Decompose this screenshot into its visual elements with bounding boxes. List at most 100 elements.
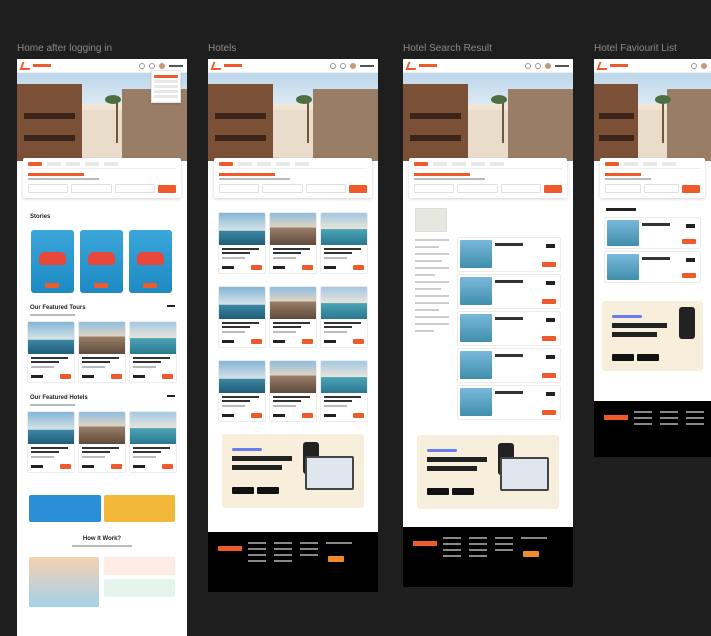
- user-menu[interactable]: [360, 64, 374, 67]
- book-button[interactable]: [542, 373, 556, 378]
- book-button[interactable]: [682, 273, 696, 278]
- user-menu[interactable]: [169, 64, 183, 67]
- tab-cars[interactable]: [295, 162, 309, 166]
- result-item[interactable]: [457, 274, 561, 309]
- story-card[interactable]: [80, 230, 123, 293]
- hotel-card[interactable]: [218, 212, 266, 274]
- frame-hotels[interactable]: [208, 59, 378, 592]
- logo[interactable]: [596, 61, 628, 70]
- book-button[interactable]: [682, 239, 696, 244]
- destination-field[interactable]: [28, 184, 69, 193]
- dropdown-item[interactable]: [154, 80, 178, 83]
- destination-field[interactable]: [414, 184, 455, 193]
- favourite-item[interactable]: [604, 217, 701, 249]
- tab-tours[interactable]: [433, 162, 447, 166]
- tab-rentals[interactable]: [85, 162, 99, 166]
- search-button[interactable]: [348, 184, 367, 193]
- promo-banner[interactable]: [103, 495, 175, 522]
- tab-cars[interactable]: [104, 162, 118, 166]
- google-play-button[interactable]: [612, 354, 634, 361]
- app-store-button[interactable]: [637, 354, 659, 361]
- avatar[interactable]: [701, 62, 707, 69]
- tab-hotels[interactable]: [219, 162, 233, 166]
- avatar[interactable]: [350, 62, 356, 69]
- google-play-button[interactable]: [232, 487, 254, 494]
- tour-card[interactable]: [27, 321, 75, 383]
- tab-tours[interactable]: [624, 162, 638, 166]
- see-all-hotels[interactable]: [167, 395, 175, 397]
- hotel-card[interactable]: [320, 212, 368, 274]
- tab-tours[interactable]: [238, 162, 252, 166]
- app-store-button[interactable]: [452, 488, 474, 495]
- hotel-card[interactable]: [269, 212, 317, 274]
- search-icon[interactable]: [330, 62, 336, 69]
- hotel-card[interactable]: [320, 286, 368, 348]
- hotel-card[interactable]: [269, 286, 317, 348]
- result-item[interactable]: [457, 311, 561, 346]
- hotel-card[interactable]: [78, 411, 126, 473]
- hotel-card[interactable]: [320, 360, 368, 422]
- tour-card[interactable]: [129, 321, 177, 383]
- heart-icon[interactable]: [149, 62, 155, 69]
- tab-activities[interactable]: [643, 162, 657, 166]
- checkin-field[interactable]: [262, 184, 303, 193]
- search-icon[interactable]: [691, 62, 697, 69]
- frame-home[interactable]: Stories Our Featured Tours Our Featured …: [17, 59, 187, 636]
- guests-field[interactable]: [305, 184, 346, 193]
- avatar[interactable]: [159, 62, 165, 69]
- story-card[interactable]: [31, 230, 74, 293]
- result-item[interactable]: [457, 237, 561, 272]
- hotel-card[interactable]: [218, 286, 266, 348]
- tab-rentals[interactable]: [471, 162, 485, 166]
- logo[interactable]: [210, 61, 242, 70]
- heart-icon[interactable]: [535, 62, 541, 69]
- tab-activities[interactable]: [257, 162, 271, 166]
- hotel-card[interactable]: [27, 411, 75, 473]
- hotel-card[interactable]: [269, 360, 317, 422]
- search-button[interactable]: [157, 184, 176, 193]
- tab-cars[interactable]: [490, 162, 504, 166]
- search-button[interactable]: [543, 184, 562, 193]
- dropdown-item[interactable]: [154, 75, 178, 78]
- tab-hotels[interactable]: [414, 162, 428, 166]
- logo[interactable]: [19, 61, 51, 70]
- tab-hotels[interactable]: [605, 162, 619, 166]
- heart-icon[interactable]: [340, 62, 346, 69]
- see-all-tours[interactable]: [167, 305, 175, 307]
- dropdown-item[interactable]: [154, 95, 178, 98]
- book-button[interactable]: [542, 262, 556, 267]
- promo-banner[interactable]: [29, 495, 101, 522]
- hotel-card[interactable]: [129, 411, 177, 473]
- frame-search-result[interactable]: [403, 59, 573, 587]
- google-play-button[interactable]: [427, 488, 449, 495]
- guests-field[interactable]: [114, 184, 155, 193]
- map-thumbnail[interactable]: [415, 208, 447, 232]
- result-item[interactable]: [457, 348, 561, 383]
- subscribe-button[interactable]: [523, 551, 539, 557]
- tab-rentals[interactable]: [662, 162, 676, 166]
- book-button[interactable]: [542, 299, 556, 304]
- dropdown-item[interactable]: [154, 85, 178, 88]
- destination-field[interactable]: [219, 184, 260, 193]
- book-button[interactable]: [542, 336, 556, 341]
- avatar[interactable]: [545, 62, 551, 69]
- user-menu[interactable]: [555, 64, 569, 67]
- favourite-item[interactable]: [604, 251, 701, 283]
- tour-card[interactable]: [78, 321, 126, 383]
- destination-field[interactable]: [605, 184, 641, 193]
- search-icon[interactable]: [525, 62, 531, 69]
- frame-favourite-list[interactable]: [594, 59, 711, 457]
- checkin-field[interactable]: [457, 184, 498, 193]
- checkin-field[interactable]: [71, 184, 112, 193]
- book-button[interactable]: [542, 410, 556, 415]
- filter-sidebar[interactable]: [415, 239, 449, 337]
- app-store-button[interactable]: [257, 487, 279, 494]
- tab-hotels[interactable]: [28, 162, 42, 166]
- search-button[interactable]: [682, 184, 700, 193]
- tab-tours[interactable]: [47, 162, 61, 166]
- result-item[interactable]: [457, 385, 561, 420]
- checkin-field[interactable]: [643, 184, 679, 193]
- subscribe-button[interactable]: [328, 556, 344, 562]
- dropdown-item[interactable]: [154, 90, 178, 93]
- guests-field[interactable]: [500, 184, 541, 193]
